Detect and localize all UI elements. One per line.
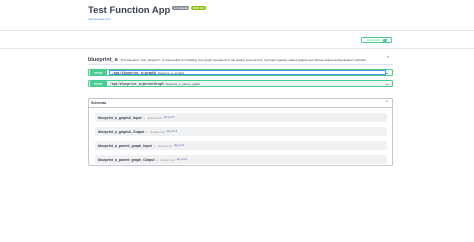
expand-all-link[interactable]: Expand all — [148, 116, 162, 120]
operation-post-parentGraph[interactable]: POST /api/blueprint_a/parentGraph bluepr… — [88, 80, 393, 87]
operation-path: /api/blueprint_a/parentGraph — [110, 81, 164, 86]
operation-post-graphA[interactable]: POST /api/blueprint_a/graphA blueprint_a… — [88, 69, 393, 76]
tag-name: blueprint_a — [88, 56, 118, 63]
api-info: Test Function App 1.0.0-beta OAS 3.0 /ap… — [88, 5, 206, 21]
expand-all-link[interactable]: Expand all — [158, 144, 172, 148]
schemas-title: Schemas — [91, 101, 107, 105]
method-badge: POST — [90, 81, 107, 86]
oas-badge: OAS 3.0 — [191, 6, 206, 10]
model-item[interactable]: blueprint_a_graphA_Input › Expand all ob… — [95, 113, 387, 122]
model-name: blueprint_a_parent_graph_Output — [98, 157, 155, 162]
expand-all-link[interactable]: Expand all — [150, 130, 164, 134]
chevron-down-icon[interactable]: ⌄ — [385, 70, 389, 76]
tag-description: This blueprint, "test_blueprint", is res… — [120, 57, 367, 62]
model-type: object — [166, 130, 178, 133]
operation-summary: blueprint_a_graphA — [158, 70, 185, 75]
chevron-right-icon[interactable]: › — [154, 144, 155, 148]
model-item[interactable]: blueprint_a_graphA_Output › Expand all o… — [95, 127, 387, 136]
chevron-right-icon[interactable]: › — [144, 116, 145, 120]
lock-icon — [382, 38, 388, 42]
authorize-button[interactable]: Authorize — [361, 37, 392, 43]
chevron-up-icon[interactable]: ⌃ — [385, 101, 389, 106]
chevron-up-icon[interactable]: ⌃ — [386, 57, 390, 62]
title-row: Test Function App 1.0.0-beta OAS 3.0 — [88, 5, 206, 16]
model-item[interactable]: blueprint_a_parent_graph_Output › Expand… — [95, 155, 387, 164]
header-divider — [0, 30, 474, 31]
model-name: blueprint_a_graphA_Input — [98, 115, 142, 120]
expand-all-link[interactable]: Expand all — [161, 158, 175, 162]
page-title: Test Function App — [88, 5, 171, 16]
tag-section-header[interactable]: blueprint_a This blueprint, "test_bluepr… — [88, 55, 393, 65]
operation-summary: blueprint_a_parent_graph — [165, 81, 200, 86]
schemas-header[interactable]: Schemas ⌃ — [89, 99, 392, 108]
model-type: object — [173, 144, 185, 147]
version-badge: 1.0.0-beta — [172, 6, 190, 10]
model-name: blueprint_a_graphA_Output — [98, 129, 145, 134]
model-type: object — [163, 116, 175, 119]
operation-summary-bar[interactable]: /api/blueprint_a/graphA blueprint_a_grap… — [109, 70, 386, 75]
chevron-down-icon[interactable]: ⌄ — [385, 81, 389, 87]
authorize-label: Authorize — [367, 38, 380, 42]
chevron-right-icon[interactable]: › — [157, 158, 158, 162]
method-badge: POST — [90, 70, 107, 75]
spec-link[interactable]: /api/openapi.json — [88, 17, 206, 21]
chevron-right-icon[interactable]: › — [146, 130, 147, 134]
schemas-section: Schemas ⌃ blueprint_a_graphA_Input › Exp… — [88, 98, 393, 166]
model-item[interactable]: blueprint_a_parent_graph_Input › Expand … — [95, 141, 387, 150]
model-type: object — [176, 158, 188, 161]
operation-path: /api/blueprint_a/graphA — [112, 70, 156, 75]
scheme-divider — [0, 48, 474, 49]
model-name: blueprint_a_parent_graph_Input — [98, 143, 152, 148]
